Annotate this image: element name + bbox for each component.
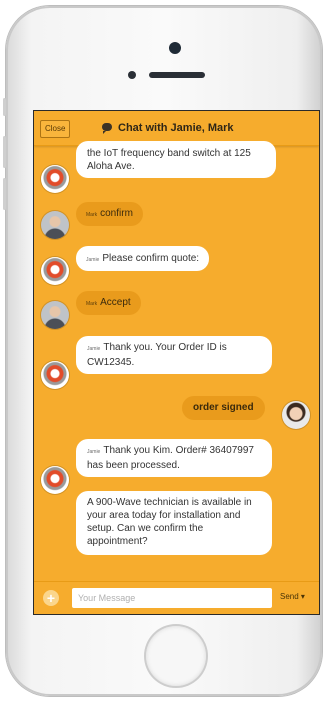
front-camera	[169, 42, 181, 54]
chat-screen: Close Chat with Jamie, Mark the IoT freq…	[33, 110, 320, 615]
phone-mute-switch	[3, 98, 6, 116]
chevron-down-icon: ▾	[300, 592, 305, 601]
message-bubble: Mark confirm	[76, 202, 143, 226]
message-bubble: Jamie Thank you Kim. Order# 36407997 has …	[76, 439, 272, 477]
message-text: Thank you. Your Order ID is CW12345.	[87, 342, 227, 368]
composer-bar: + Send ▾	[34, 581, 319, 614]
phone-volume-down	[3, 178, 6, 210]
message-sender: Mark	[86, 212, 98, 218]
send-button[interactable]: Send ▾	[280, 592, 305, 601]
message-sender: Jamie	[87, 346, 101, 352]
send-label: Send	[280, 592, 299, 601]
phone-frame: Close Chat with Jamie, Mark the IoT freq…	[3, 6, 322, 696]
message-text: confirm	[100, 208, 133, 219]
chat-title-text: Chat with Jamie, Mark	[118, 122, 234, 134]
message-text: A 900-Wave technician is available in yo…	[87, 497, 252, 547]
message-bubble: Jamie Please confirm quote:	[76, 246, 210, 271]
kim-avatar	[282, 401, 310, 429]
plus-icon[interactable]: +	[43, 590, 59, 606]
bot-avatar-icon	[41, 165, 69, 193]
message-bubble: the IoT frequency band switch at 125 Alo…	[76, 141, 276, 178]
close-button[interactable]: Close	[40, 120, 71, 138]
message-sender: Jamie	[86, 257, 100, 263]
phone-volume-up	[3, 136, 6, 168]
message-text: Please confirm quote:	[102, 253, 200, 264]
message-text: Thank you Kim. Order# 36407997 has been …	[87, 445, 254, 471]
bot-avatar-icon	[41, 466, 69, 494]
earpiece-speaker	[149, 72, 205, 78]
message-input[interactable]	[72, 588, 272, 608]
message-text: the IoT frequency band switch at 125 Alo…	[87, 148, 251, 172]
message-text: Accept	[100, 297, 131, 308]
mark-avatar	[41, 301, 69, 329]
chat-bubble-icon	[102, 123, 112, 135]
mark-avatar	[41, 211, 69, 239]
home-button[interactable]	[146, 626, 206, 686]
bot-avatar-icon	[41, 361, 69, 389]
message-bubble: Mark Accept	[76, 291, 141, 315]
message-sender: Jamie	[87, 449, 101, 455]
chat-title: Chat with Jamie, Mark	[102, 111, 234, 145]
bot-avatar-icon	[41, 257, 69, 285]
outgoing-message-bubble: order signed	[182, 396, 265, 420]
message-sender: Mark	[86, 301, 98, 307]
message-text: order signed	[193, 402, 254, 413]
message-bubble: Jamie Thank you. Your Order ID is CW12345…	[76, 336, 272, 374]
proximity-sensor	[128, 71, 136, 79]
message-bubble: A 900-Wave technician is available in yo…	[76, 491, 272, 555]
